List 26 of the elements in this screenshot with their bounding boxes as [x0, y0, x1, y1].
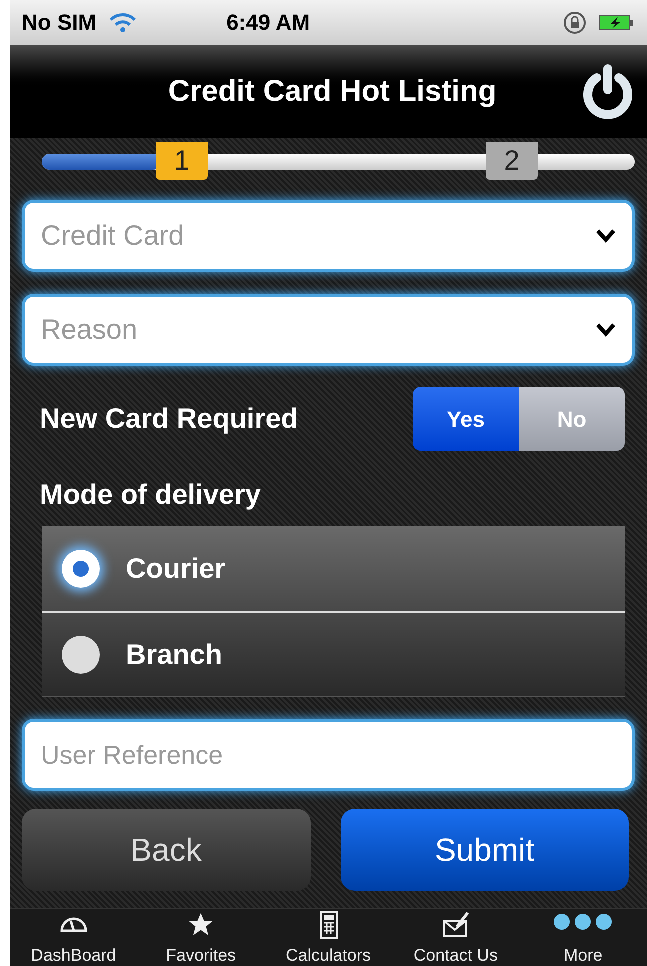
battery-charging-icon — [599, 14, 635, 32]
more-dots-icon — [553, 911, 614, 933]
tab-item[interactable]: More — [520, 909, 647, 966]
tab-item[interactable]: Calculators — [264, 909, 392, 966]
wifi-icon — [108, 12, 137, 32]
segment-option[interactable]: Yes — [413, 387, 519, 451]
tab-item[interactable]: DashBoard — [10, 909, 138, 966]
tab-item[interactable]: Contact Us — [392, 909, 520, 966]
radio-option[interactable]: Courier — [42, 526, 625, 611]
mail-pen-icon — [440, 911, 471, 939]
clock-text: 6:49 AM — [226, 9, 310, 37]
step-marker: 1 — [156, 142, 208, 180]
back-button[interactable]: Back — [22, 809, 310, 891]
step-marker: 2 — [486, 142, 538, 180]
page-title: Credit Card Hot Listing — [167, 74, 498, 110]
tab-item[interactable]: Favorites — [137, 909, 265, 966]
chevron-down-icon — [596, 323, 616, 337]
submit-button[interactable]: Submit — [340, 809, 629, 891]
chevron-down-icon — [596, 229, 616, 243]
radio-option[interactable]: Branch — [42, 611, 625, 696]
rotation-lock-icon — [563, 10, 587, 34]
calculator-icon — [318, 911, 340, 939]
section-label: Mode of delivery — [39, 478, 262, 512]
user-reference-field[interactable]: User Reference — [22, 719, 635, 791]
field-label: New Card Required — [40, 402, 300, 436]
carrier-text: No SIM — [22, 9, 97, 37]
